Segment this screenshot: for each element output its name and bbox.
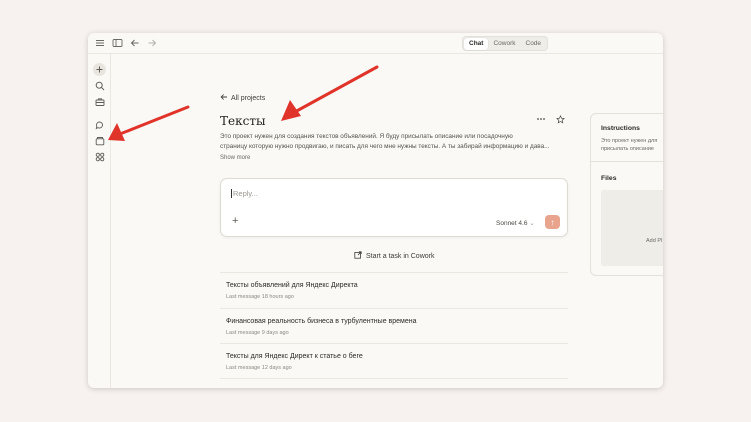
title-bar: Chat Cowork Code	[88, 33, 663, 54]
new-chat-icon[interactable]	[93, 63, 106, 76]
briefcase-icon[interactable]	[93, 95, 106, 108]
show-more-link[interactable]: Show more	[220, 155, 250, 161]
send-icon: ↑	[550, 217, 555, 227]
mode-tabs: Chat Cowork Code	[462, 36, 549, 51]
add-files-label: Add Pl	[646, 238, 663, 244]
app-window: Chat Cowork Code All projects Тексты Это…	[88, 33, 663, 388]
conversation-title: Тексты объявлений для Яндекс Директа	[226, 282, 358, 289]
back-arrow-icon	[220, 93, 228, 103]
sidebar-toggle-icon[interactable]	[110, 36, 124, 50]
external-task-icon	[354, 251, 362, 261]
star-icon[interactable]	[556, 115, 565, 126]
project-actions	[536, 115, 565, 126]
instructions-heading[interactable]: Instructions	[601, 125, 640, 132]
divider	[591, 161, 663, 162]
all-projects-link[interactable]: All projects	[220, 93, 265, 103]
conversation-title: Тексты для Яндекс Директ к статье о беге	[226, 353, 363, 360]
forward-arrow-icon[interactable]	[145, 36, 159, 50]
chats-icon[interactable]	[93, 118, 106, 131]
model-selector[interactable]: Sonnet 4.6 ⌄	[496, 219, 535, 227]
conversation-item[interactable]: Тексты для Яндекс Директ к статье о беге…	[220, 343, 568, 379]
all-projects-label: All projects	[231, 94, 266, 102]
sidebar	[88, 54, 111, 388]
start-cowork-task-link[interactable]: Start a task in Cowork	[354, 251, 434, 261]
menu-icon[interactable]	[93, 36, 107, 50]
conversation-title: Финансовая реальность бизнеса в турбулен…	[226, 318, 417, 325]
project-knowledge-panel: Instructions Это проект нужен для присыл…	[590, 113, 663, 276]
model-label: Sonnet 4.6	[496, 220, 528, 227]
conversation-meta: Last message 12 days ago	[226, 365, 292, 371]
project-description: Это проект нужен для создания текстов об…	[220, 132, 568, 151]
tab-chat[interactable]: Chat	[464, 37, 489, 50]
description-line: Это проект нужен для создания текстов об…	[220, 133, 513, 140]
search-icon[interactable]	[93, 79, 106, 92]
page-title: Тексты	[220, 114, 266, 128]
cowork-link-label: Start a task in Cowork	[366, 252, 435, 260]
instructions-line: присылать описание	[601, 146, 654, 152]
files-heading: Files	[601, 175, 617, 182]
tab-cowork[interactable]: Cowork	[488, 38, 520, 50]
conversation-meta: Last message 18 hours ago	[226, 294, 294, 300]
instructions-preview[interactable]: Это проект нужен для присылать описание	[601, 137, 663, 153]
more-icon[interactable]	[536, 115, 546, 126]
tab-code[interactable]: Code	[521, 38, 547, 50]
reply-input[interactable]: Reply...	[231, 189, 258, 198]
back-arrow-icon[interactable]	[128, 36, 142, 50]
plus-icon[interactable]: +	[232, 216, 238, 227]
conversation-item[interactable]: Финансовая реальность бизнеса в турбулен…	[220, 308, 568, 344]
projects-icon[interactable]	[93, 134, 106, 147]
description-line: страницу которую нужно продвигаю, и писа…	[220, 142, 550, 150]
files-dropzone[interactable]: Add Pl	[601, 190, 663, 266]
send-button[interactable]: ↑	[545, 215, 560, 229]
artifacts-icon[interactable]	[93, 150, 106, 163]
chevron-down-icon: ⌄	[529, 220, 535, 227]
conversation-item[interactable]: Тексты объявлений для Яндекс Директа Las…	[220, 272, 568, 308]
instructions-line: Это проект нужен для	[601, 138, 658, 144]
message-composer[interactable]: Reply... + Sonnet 4.6 ⌄ ↑	[220, 178, 568, 237]
conversation-meta: Last message 9 days ago	[226, 330, 289, 336]
